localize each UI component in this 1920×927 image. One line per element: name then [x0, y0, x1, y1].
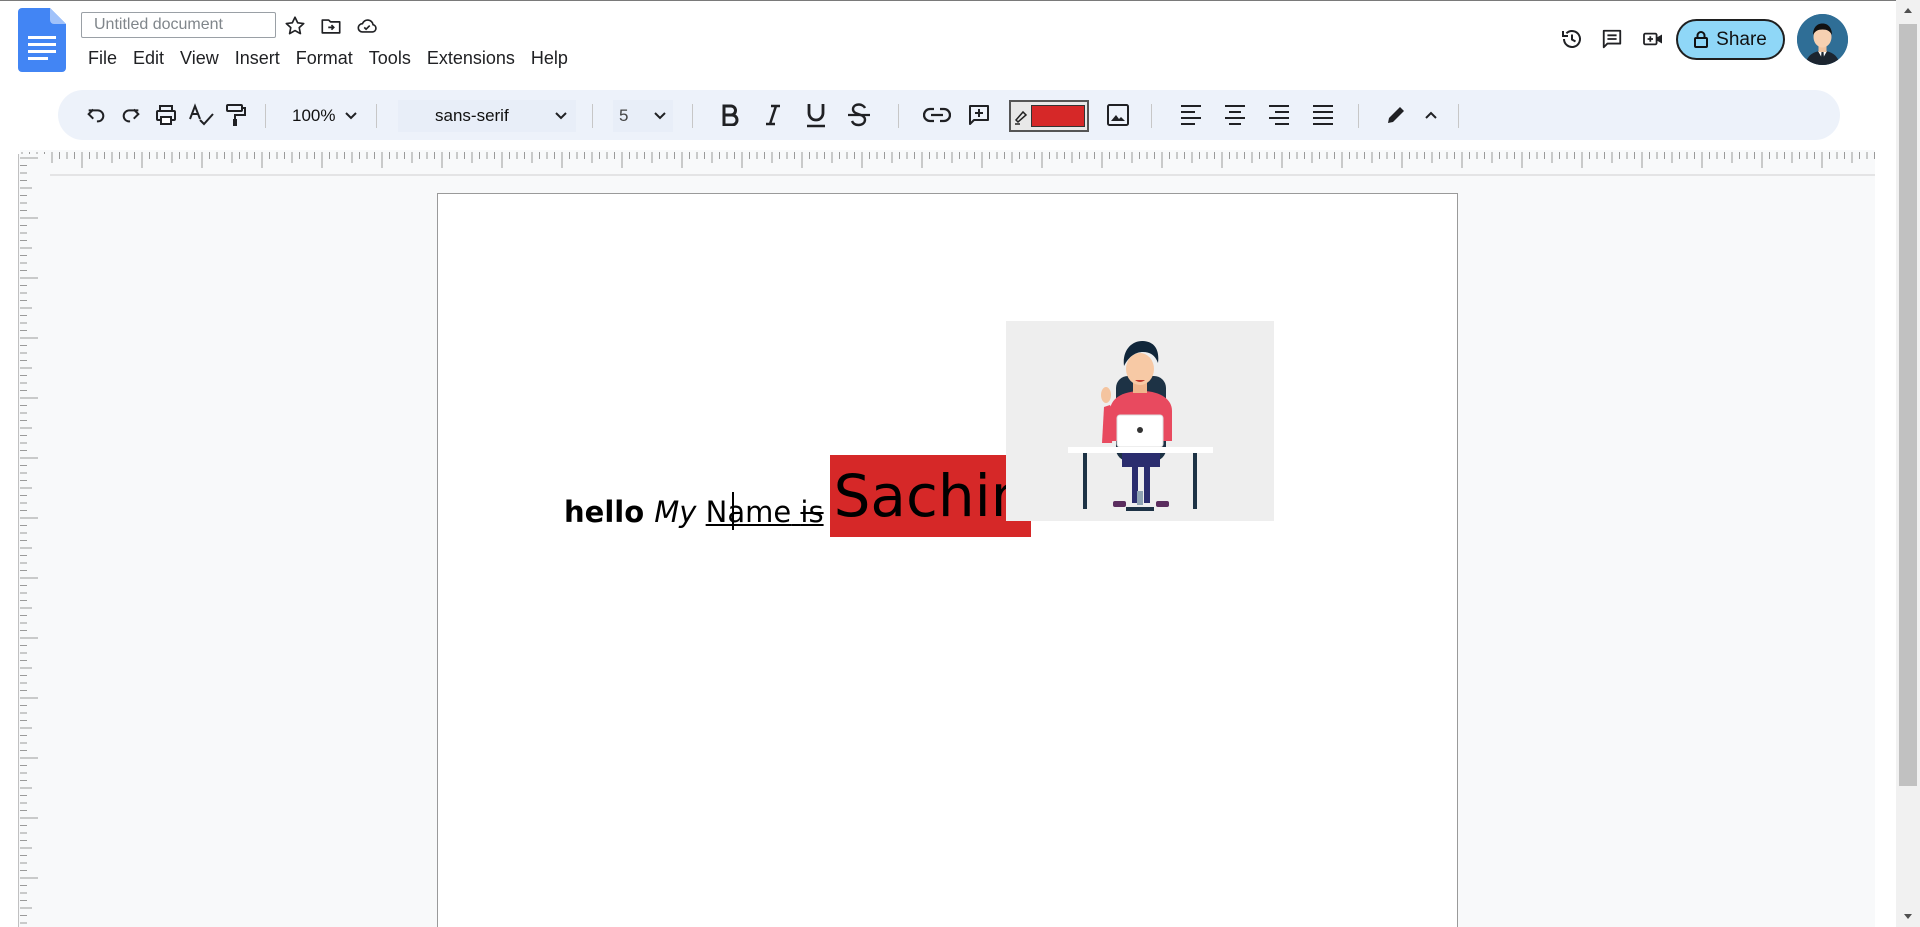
share-button[interactable]: Share — [1676, 19, 1785, 60]
strikethrough-text: is — [800, 495, 824, 529]
toolbar-divider — [898, 104, 899, 128]
align-justify-icon[interactable] — [1308, 90, 1338, 140]
menu-bar: File Edit View Insert Format Tools Exten… — [80, 44, 576, 70]
insert-image-icon[interactable] — [1103, 90, 1133, 140]
menu-format[interactable]: Format — [288, 44, 361, 70]
toolbar-divider — [376, 104, 377, 128]
comments-icon[interactable] — [1597, 24, 1627, 54]
vertical-ruler[interactable] — [18, 154, 50, 927]
inserted-image[interactable] — [1006, 321, 1274, 521]
highlight-color-swatch — [1031, 105, 1085, 127]
highlight-color-picker[interactable] — [1009, 100, 1089, 132]
meet-video-icon[interactable] — [1638, 24, 1668, 54]
menu-help[interactable]: Help — [523, 44, 576, 70]
italic-text: My — [654, 495, 697, 529]
star-icon[interactable] — [280, 11, 310, 41]
align-right-icon[interactable] — [1264, 90, 1294, 140]
lock-icon — [1694, 31, 1709, 48]
font-size-value: 5 — [619, 106, 629, 125]
chevron-down-icon — [555, 112, 567, 120]
add-comment-icon[interactable] — [964, 90, 994, 140]
toolbar-divider — [265, 104, 266, 128]
menu-file[interactable]: File — [80, 44, 125, 70]
font-family-select[interactable]: sans-serif — [398, 100, 576, 132]
paint-format-icon[interactable] — [221, 90, 251, 140]
toolbar-divider — [592, 104, 593, 128]
spellcheck-icon[interactable] — [186, 90, 216, 140]
undo-icon[interactable] — [81, 90, 111, 140]
account-avatar[interactable] — [1797, 14, 1848, 65]
bold-text: hello — [564, 495, 645, 529]
person-at-laptop-illustration — [1068, 341, 1213, 511]
cloud-saved-icon[interactable] — [352, 11, 382, 41]
print-icon[interactable] — [151, 90, 181, 140]
share-label: Share — [1716, 28, 1767, 50]
google-docs-logo[interactable] — [18, 8, 66, 72]
highlighter-icon — [1014, 110, 1028, 125]
toolbar-divider — [1358, 104, 1359, 128]
insert-link-icon[interactable] — [921, 90, 953, 140]
zoom-select[interactable]: 100% — [288, 102, 364, 130]
font-family-value: sans-serif — [435, 106, 509, 125]
redo-icon[interactable] — [116, 90, 146, 140]
menu-extensions[interactable]: Extensions — [419, 44, 523, 70]
menu-tools[interactable]: Tools — [361, 44, 419, 70]
horizontal-ruler[interactable] — [20, 150, 1875, 176]
menu-edit[interactable]: Edit — [125, 44, 172, 70]
toolbar-divider — [692, 104, 693, 128]
toolbar-divider — [1151, 104, 1152, 128]
align-center-icon[interactable] — [1220, 90, 1250, 140]
align-left-icon[interactable] — [1176, 90, 1206, 140]
italic-icon[interactable] — [758, 90, 788, 140]
editing-mode-pencil-icon[interactable] — [1381, 90, 1411, 140]
highlighted-large-text: Sachin — [829, 455, 1032, 537]
version-history-icon[interactable] — [1557, 24, 1587, 54]
document-text-line[interactable]: hello My Name is Sachin — [564, 455, 1032, 537]
document-title-input[interactable] — [81, 12, 276, 38]
underlined-text: Name — [705, 495, 792, 529]
scrollbar-thumb[interactable] — [1899, 24, 1917, 786]
window-top-border — [0, 0, 1920, 1]
scroll-down-arrow-icon[interactable] — [1900, 908, 1916, 924]
text-cursor — [732, 492, 734, 530]
menu-insert[interactable]: Insert — [227, 44, 288, 70]
chevron-down-icon — [345, 112, 357, 120]
bold-icon[interactable] — [715, 90, 745, 140]
underline-icon[interactable] — [801, 90, 831, 140]
font-size-select[interactable]: 5 — [613, 100, 673, 132]
document-page[interactable] — [437, 193, 1458, 927]
zoom-value: 100% — [292, 106, 336, 125]
toolbar-divider — [1458, 104, 1459, 128]
formatting-toolbar: 100% sans-serif 5 — [58, 90, 1840, 140]
chevron-down-icon — [654, 112, 666, 120]
move-to-folder-icon[interactable] — [316, 11, 346, 41]
menu-view[interactable]: View — [172, 44, 227, 70]
chevron-up-icon[interactable] — [1416, 90, 1446, 140]
scroll-up-arrow-icon[interactable] — [1900, 2, 1916, 18]
strikethrough-icon[interactable] — [844, 90, 874, 140]
